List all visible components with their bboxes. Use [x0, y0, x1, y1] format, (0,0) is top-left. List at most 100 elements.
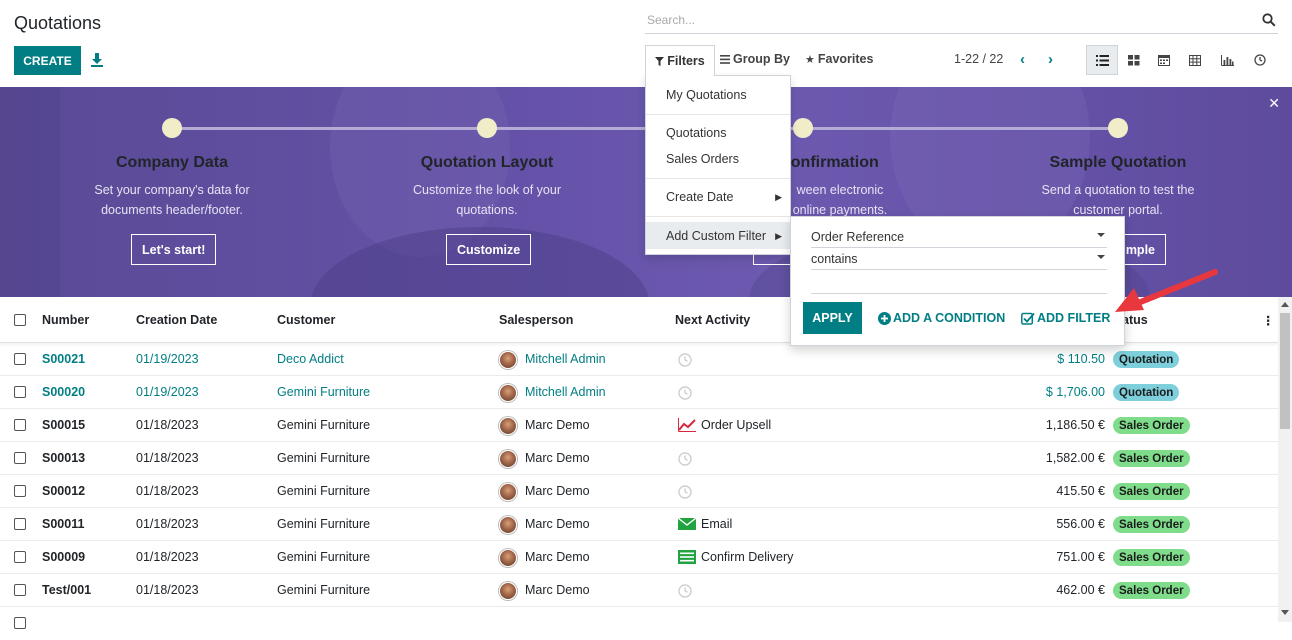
step-description-line: Customize the look of your — [413, 183, 561, 197]
cell-customer: Gemini Furniture — [277, 484, 371, 498]
row-checkbox[interactable] — [14, 353, 26, 365]
menu-divider — [646, 178, 790, 179]
cell-amount: 1,582.00 € — [1045, 451, 1105, 465]
download-icon[interactable] — [90, 52, 104, 68]
filters-button[interactable]: Filters — [645, 45, 715, 76]
avatar — [499, 582, 517, 600]
cell-customer: Gemini Furniture — [277, 583, 371, 597]
cell-amount: 462.00 € — [1056, 583, 1105, 597]
graph-view-button[interactable] — [1211, 45, 1243, 75]
cell-creation-date: 01/18/2023 — [136, 517, 199, 531]
email-icon[interactable] — [677, 517, 698, 531]
list-icon — [1095, 54, 1109, 66]
upsell-chart-icon[interactable] — [678, 418, 698, 432]
avatar — [499, 516, 517, 534]
operator-select[interactable]: contains — [811, 248, 1107, 270]
check-square-icon — [1021, 312, 1035, 325]
row-checkbox[interactable] — [14, 551, 26, 563]
filter-my-quotations[interactable]: My Quotations — [666, 88, 747, 102]
row-checkbox[interactable] — [14, 617, 26, 629]
cell-number[interactable]: S00015 — [42, 418, 85, 432]
scroll-down-arrow[interactable] — [1281, 610, 1289, 615]
pivot-view-button[interactable] — [1179, 45, 1211, 75]
table-row[interactable]: S00020 01/19/2023 Gemini Furniture Mitchell… — [0, 376, 1278, 409]
cell-salesperson: Marc Demo — [525, 550, 590, 564]
cell-number[interactable]: S00011 — [42, 517, 84, 531]
kanban-view-button[interactable] — [1118, 45, 1150, 75]
status-badge: Quotation — [1113, 384, 1180, 401]
clock-icon[interactable] — [678, 584, 692, 598]
add-filter-button[interactable]: ADD FILTER — [1021, 311, 1110, 325]
close-icon[interactable]: ✕ — [1268, 95, 1280, 112]
lets-start-button[interactable]: Let's start! — [131, 234, 217, 265]
scroll-up-arrow[interactable] — [1281, 302, 1289, 307]
filter-sales-orders[interactable]: Sales Orders — [666, 152, 739, 166]
list-icon[interactable] — [678, 550, 698, 564]
calendar-view-button[interactable] — [1148, 45, 1180, 75]
cell-salesperson: Mitchell Admin — [525, 352, 606, 366]
field-select[interactable]: Order Reference — [811, 226, 1107, 248]
scrollbar[interactable] — [1278, 297, 1292, 622]
row-checkbox[interactable] — [14, 485, 26, 497]
table-row[interactable]: S00015 01/18/2023 Gemini Furniture Marc Dem… — [0, 409, 1278, 442]
table-row[interactable]: S00012 01/18/2023 Gemini Furniture Marc Dem… — [0, 475, 1278, 508]
activity-view-button[interactable] — [1244, 45, 1276, 75]
list-view-button[interactable] — [1086, 45, 1118, 75]
column-options-icon[interactable]: ⋮ — [1262, 313, 1275, 328]
cell-number[interactable]: Test/001 — [42, 583, 91, 597]
scroll-thumb[interactable] — [1280, 313, 1290, 429]
table-row[interactable]: S00011 01/18/2023 Gemini Furniture Marc Dem… — [0, 508, 1278, 541]
apply-button[interactable]: APPLY — [803, 302, 862, 334]
table-row[interactable]: S00009 01/18/2023 Gemini Furniture Marc Dem… — [0, 541, 1278, 574]
pager-value[interactable]: 1-22 / 22 — [954, 52, 1003, 66]
cell-number[interactable]: S00020 — [42, 385, 85, 399]
add-condition-button[interactable]: ADD A CONDITION — [878, 311, 1005, 325]
groupby-button[interactable]: Group By — [720, 52, 790, 66]
table-row[interactable]: S00013 01/18/2023 Gemini Furniture Marc Dem… — [0, 442, 1278, 475]
column-next-activity[interactable]: Next Activity — [675, 313, 750, 327]
chevron-left-icon[interactable]: ‹ — [1020, 51, 1025, 68]
caret-right-icon: ▶ — [775, 192, 782, 202]
column-customer[interactable]: Customer — [277, 313, 335, 327]
column-salesperson[interactable]: Salesperson — [499, 313, 573, 327]
chevron-right-icon[interactable]: › — [1048, 51, 1053, 68]
add-filter-label: ADD FILTER — [1037, 311, 1111, 325]
row-checkbox[interactable] — [14, 584, 26, 596]
cell-number[interactable]: S00021 — [42, 352, 85, 366]
table-row[interactable] — [0, 607, 1278, 640]
step-dot — [477, 118, 497, 138]
clock-icon[interactable] — [678, 485, 692, 499]
cell-salesperson: Mitchell Admin — [525, 385, 606, 399]
column-number[interactable]: Number — [42, 313, 89, 327]
cell-number[interactable]: S00012 — [42, 484, 85, 498]
cell-next-activity: Email — [701, 517, 733, 531]
filter-create-date[interactable]: Create Date — [666, 190, 733, 204]
filter-quotations[interactable]: Quotations — [666, 126, 726, 140]
row-checkbox[interactable] — [14, 518, 26, 530]
filter-add-custom[interactable]: Add Custom Filter — [666, 229, 766, 243]
favorites-button[interactable]: ★ Favorites — [805, 52, 873, 66]
clock-icon[interactable] — [678, 386, 692, 400]
create-button[interactable]: CREATE — [14, 46, 81, 75]
filter-value-input[interactable] — [811, 280, 1107, 294]
cell-amount: $ 110.50 — [1057, 352, 1105, 366]
select-all-checkbox[interactable] — [14, 314, 26, 326]
step-title: Company Data — [115, 154, 229, 171]
customize-button[interactable]: Customize — [446, 234, 532, 265]
table-row[interactable]: Test/001 01/18/2023 Gemini Furniture Marc D… — [0, 574, 1278, 607]
row-checkbox[interactable] — [14, 452, 26, 464]
row-checkbox[interactable] — [14, 419, 26, 431]
column-creation-date[interactable]: Creation Date — [136, 313, 217, 327]
search-icon[interactable] — [1262, 13, 1276, 27]
table-row[interactable]: S00021 01/19/2023 Deco Addict Mitchell Admi… — [0, 343, 1278, 376]
clock-icon[interactable] — [678, 353, 692, 367]
cell-number[interactable]: S00009 — [42, 550, 85, 564]
clock-icon[interactable] — [678, 452, 692, 466]
cell-salesperson: Marc Demo — [525, 484, 590, 498]
cell-number[interactable]: S00013 — [42, 451, 85, 465]
menu-divider — [646, 114, 790, 115]
add-condition-label: ADD A CONDITION — [893, 311, 1006, 325]
search-input[interactable] — [647, 13, 1237, 27]
row-checkbox[interactable] — [14, 386, 26, 398]
status-badge: Sales Order — [1113, 450, 1190, 467]
